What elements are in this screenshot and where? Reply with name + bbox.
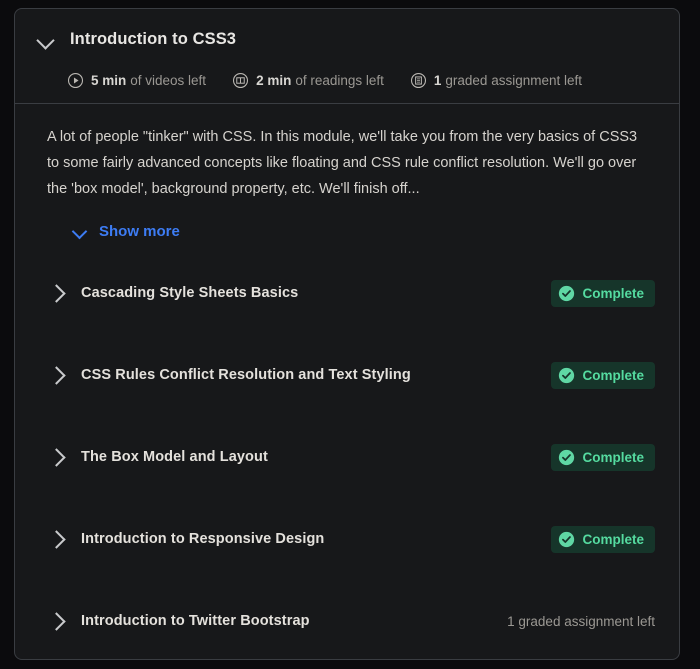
chevron-right-icon bbox=[47, 283, 67, 303]
chevron-right-icon bbox=[47, 611, 67, 631]
lesson-row[interactable]: Cascading Style Sheets Basics Complete bbox=[15, 271, 679, 315]
lesson-row[interactable]: The Box Model and Layout Complete bbox=[15, 435, 679, 479]
module-card: Introduction to CSS3 5 min of videos lef… bbox=[14, 8, 680, 660]
meta-item-readings: 2 min of readings left bbox=[232, 72, 384, 89]
check-circle-icon bbox=[559, 367, 575, 383]
status-badge: Complete bbox=[551, 279, 655, 307]
show-more-label: Show more bbox=[99, 222, 180, 240]
show-more-button[interactable]: Show more bbox=[69, 218, 182, 244]
meta-readings-label: of readings left bbox=[295, 73, 384, 88]
status-text: 1 graded assignment left bbox=[507, 613, 655, 629]
status-badge-label: Complete bbox=[582, 449, 644, 465]
module-header: Introduction to CSS3 5 min of videos lef… bbox=[15, 9, 679, 103]
check-circle-icon bbox=[559, 449, 575, 465]
lesson-title: CSS Rules Conflict Resolution and Text S… bbox=[81, 367, 411, 383]
status-badge-label: Complete bbox=[582, 531, 644, 547]
meta-videos-value: 5 min bbox=[91, 73, 127, 88]
module-collapse-toggle[interactable]: Introduction to CSS3 bbox=[15, 25, 679, 53]
meta-videos-label: of videos left bbox=[130, 73, 207, 88]
meta-item-assignments: 1 graded assignment left bbox=[410, 72, 582, 89]
lesson-row[interactable]: CSS Rules Conflict Resolution and Text S… bbox=[15, 353, 679, 397]
meta-assignments-label: graded assignment left bbox=[445, 73, 582, 88]
module-description-block: A lot of people "tinker" with CSS. In th… bbox=[15, 104, 679, 245]
status-badge-label: Complete bbox=[582, 285, 644, 301]
lesson-title: Cascading Style Sheets Basics bbox=[81, 285, 299, 301]
meta-item-videos: 5 min of videos left bbox=[67, 72, 206, 89]
module-title: Introduction to CSS3 bbox=[70, 29, 237, 48]
video-play-icon bbox=[67, 72, 84, 89]
lesson-title: The Box Model and Layout bbox=[81, 449, 268, 465]
chevron-right-icon bbox=[47, 529, 67, 549]
reading-book-icon bbox=[233, 72, 249, 89]
lesson-title: Introduction to Twitter Bootstrap bbox=[81, 613, 310, 629]
chevron-right-icon bbox=[47, 365, 67, 385]
chevron-down-icon bbox=[35, 28, 57, 50]
module-description: A lot of people "tinker" with CSS. In th… bbox=[47, 129, 638, 197]
chevron-right-icon bbox=[47, 447, 67, 467]
lesson-row[interactable]: Introduction to Responsive Design Comple… bbox=[15, 517, 679, 561]
status-badge: Complete bbox=[551, 443, 655, 471]
status-badge: Complete bbox=[551, 361, 655, 389]
lesson-title: Introduction to Responsive Design bbox=[81, 531, 325, 547]
status-badge-label: Complete bbox=[582, 367, 644, 383]
meta-readings-value: 2 min bbox=[256, 73, 292, 88]
lesson-row[interactable]: Introduction to Twitter Bootstrap 1 grad… bbox=[15, 599, 679, 643]
check-circle-icon bbox=[559, 285, 575, 301]
graded-assignment-icon bbox=[410, 72, 426, 89]
chevron-down-icon bbox=[71, 222, 89, 240]
meta-assignments-value: 1 bbox=[433, 73, 442, 88]
check-circle-icon bbox=[559, 531, 575, 547]
status-badge: Complete bbox=[551, 525, 655, 553]
module-meta-row: 5 min of videos left 2 min of readings l… bbox=[47, 72, 679, 89]
lesson-list: Cascading Style Sheets Basics Complete C… bbox=[15, 271, 679, 643]
